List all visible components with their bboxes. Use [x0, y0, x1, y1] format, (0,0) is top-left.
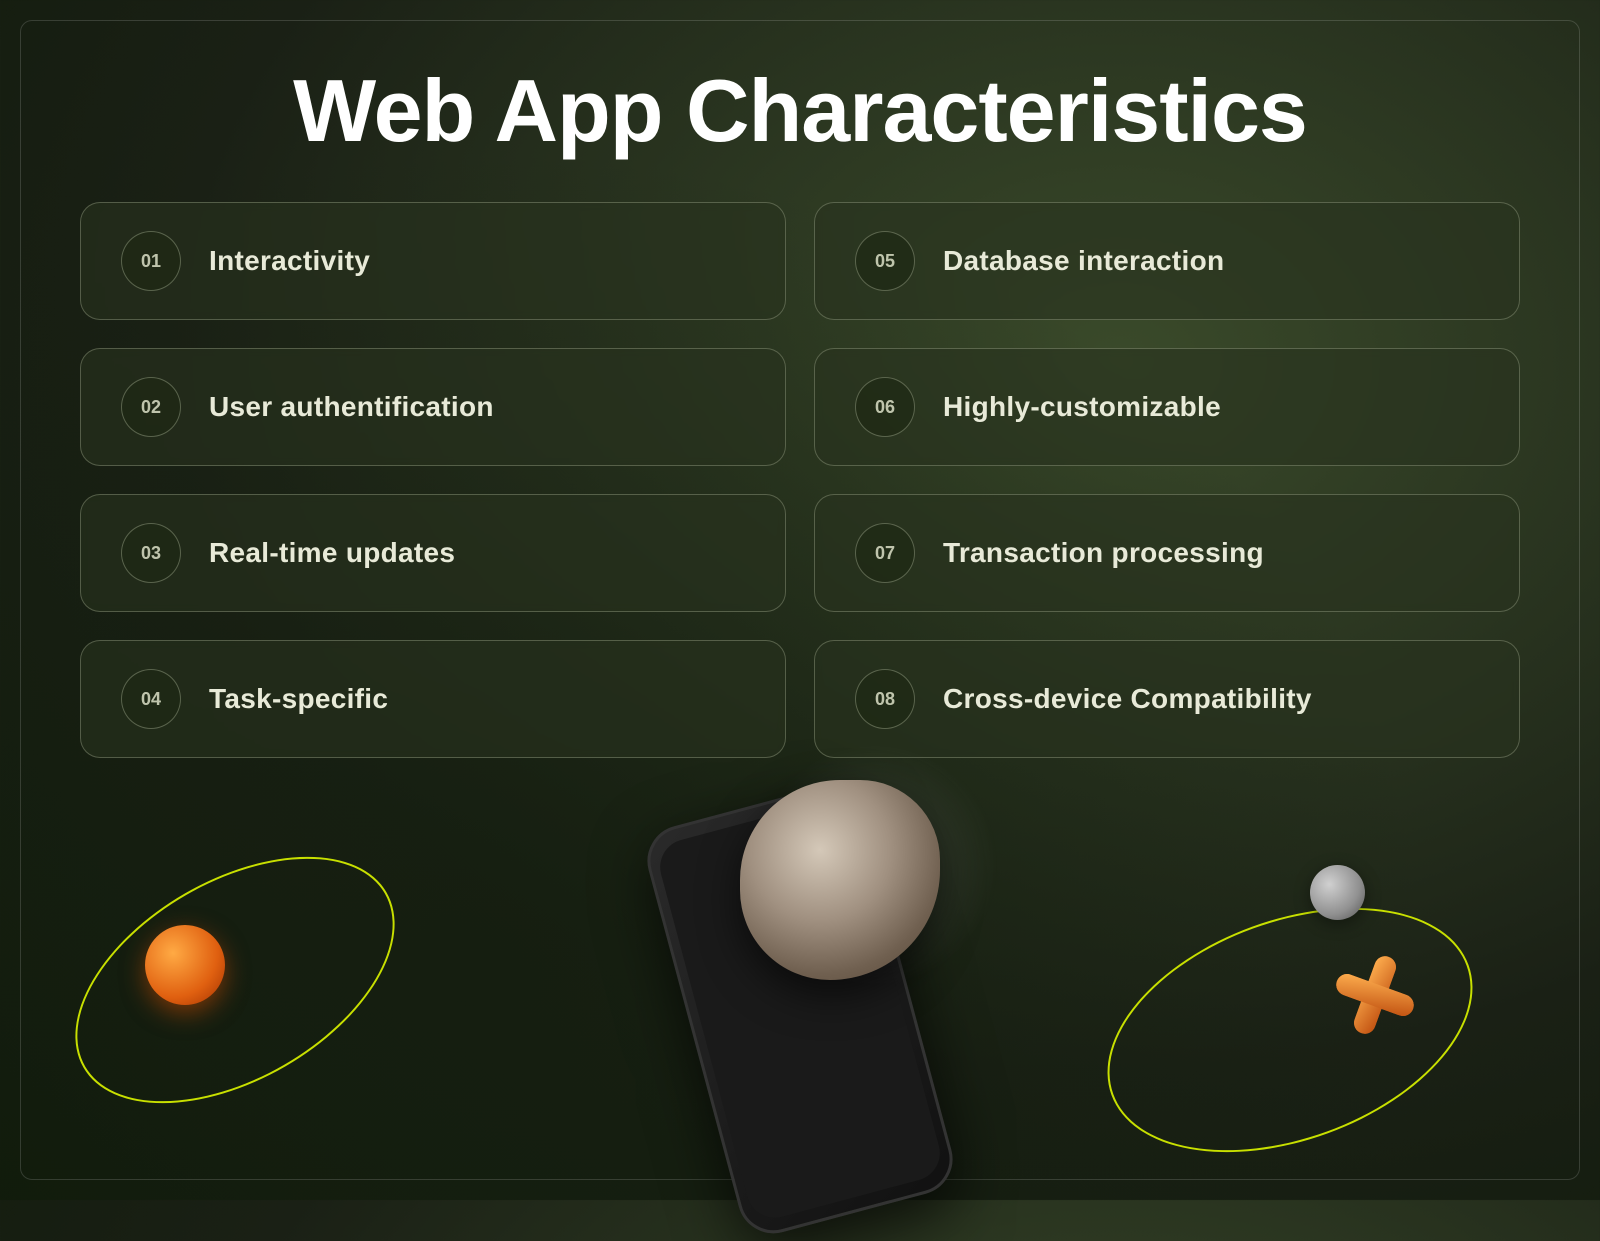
cards-grid: 01 Interactivity 05 Database interaction 02 U…	[0, 202, 1600, 758]
card-item-02: 02 User authentification	[80, 348, 786, 466]
card-number-01: 01	[121, 231, 181, 291]
card-item-03: 03 Real-time updates	[80, 494, 786, 612]
card-item-07: 07 Transaction processing	[814, 494, 1520, 612]
orange-plus-shape	[1330, 950, 1420, 1045]
card-item-01: 01 Interactivity	[80, 202, 786, 320]
card-number-06: 06	[855, 377, 915, 437]
gray-sphere	[1310, 865, 1365, 920]
card-item-06: 06 Highly-customizable	[814, 348, 1520, 466]
orange-sphere	[145, 925, 225, 1005]
card-item-04: 04 Task-specific	[80, 640, 786, 758]
card-label-08: Cross-device Compatibility	[943, 683, 1312, 715]
card-number-07: 07	[855, 523, 915, 583]
decorative-yellow-ellipse-2	[1074, 862, 1506, 1199]
card-item-08: 08 Cross-device Compatibility	[814, 640, 1520, 758]
card-number-08: 08	[855, 669, 915, 729]
card-item-05: 05 Database interaction	[814, 202, 1520, 320]
card-label-07: Transaction processing	[943, 537, 1264, 569]
page-title-section: Web App Characteristics	[0, 0, 1600, 202]
card-label-05: Database interaction	[943, 245, 1224, 277]
card-label-06: Highly-customizable	[943, 391, 1221, 423]
card-number-04: 04	[121, 669, 181, 729]
card-number-03: 03	[121, 523, 181, 583]
card-label-04: Task-specific	[209, 683, 388, 715]
card-label-01: Interactivity	[209, 245, 370, 277]
card-number-05: 05	[855, 231, 915, 291]
stone-sphere	[740, 780, 940, 980]
card-label-03: Real-time updates	[209, 537, 455, 569]
card-number-02: 02	[121, 377, 181, 437]
decorative-yellow-ellipse-1	[33, 806, 436, 1154]
main-title: Web App Characteristics	[0, 60, 1600, 162]
card-label-02: User authentification	[209, 391, 494, 423]
